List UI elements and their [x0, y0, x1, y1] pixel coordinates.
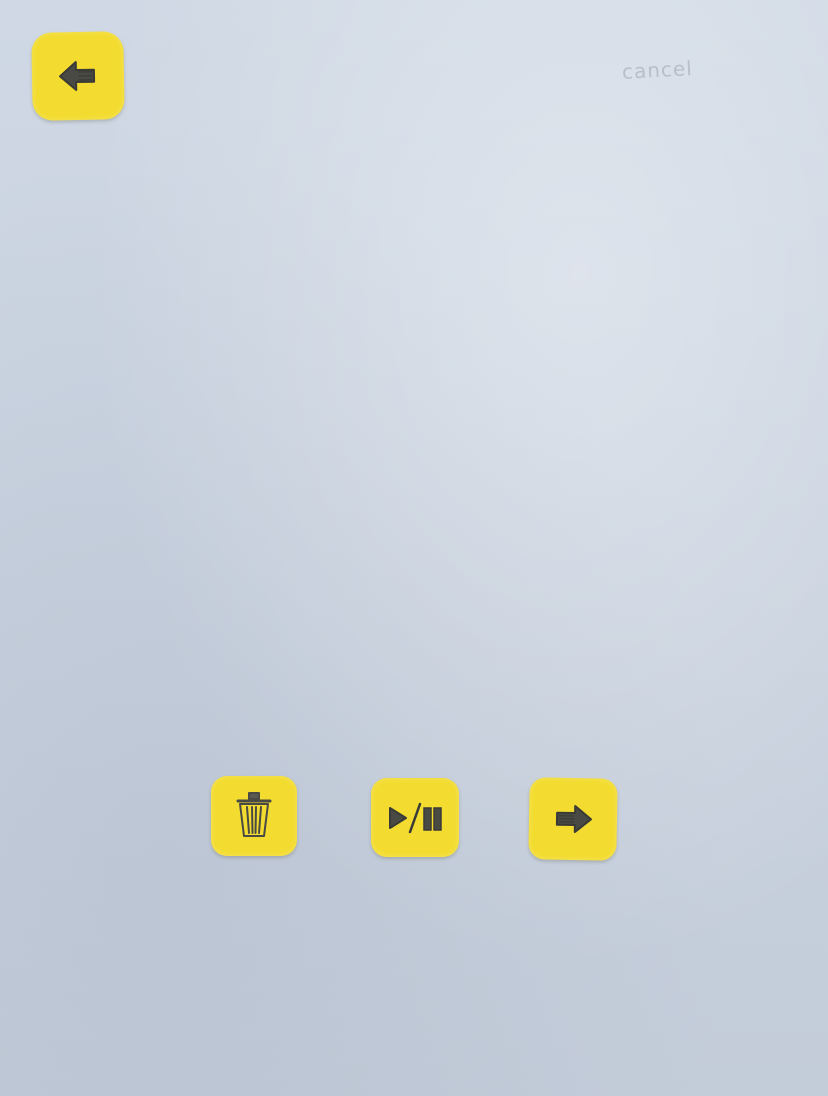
next-button[interactable]	[528, 777, 618, 861]
back-button[interactable]	[31, 31, 125, 121]
arrow-right-icon	[547, 793, 600, 846]
delete-button[interactable]	[211, 776, 297, 856]
play-pause-button[interactable]	[371, 778, 459, 857]
play-pause-icon	[382, 796, 448, 840]
arrow-left-icon	[50, 48, 107, 105]
paper-prototype-screen: cancel	[0, 0, 828, 1096]
pencil-note: cancel	[621, 56, 694, 84]
trash-icon	[230, 788, 278, 844]
